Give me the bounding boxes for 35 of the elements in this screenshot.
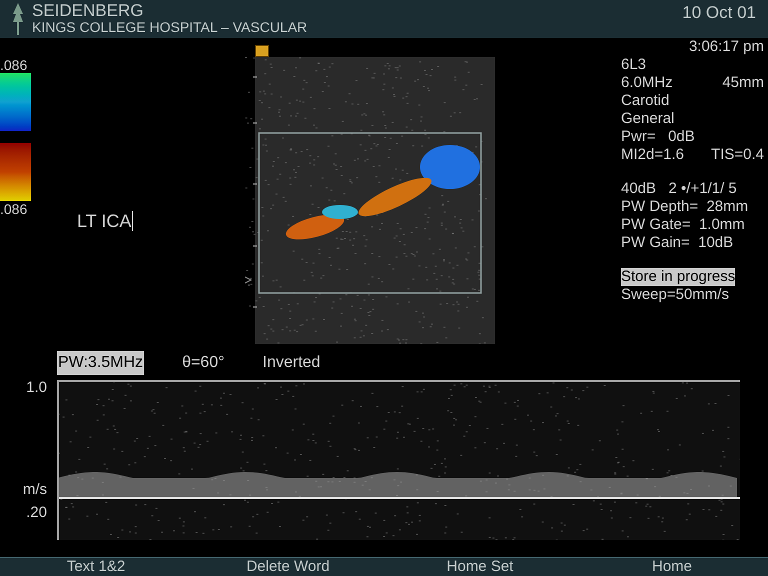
parameter-value: TIS=0.4 <box>711 146 764 164</box>
tree-icon <box>12 2 24 36</box>
color-scale-bar <box>0 143 31 201</box>
doppler-label: Inverted <box>262 353 320 373</box>
scale-min-label: .086 <box>0 201 28 217</box>
parameter-text: 6.0MHz <box>621 74 673 92</box>
parameter-text: PW Gain= 10dB <box>621 234 734 252</box>
parameter-text: 40dB 2 •/+1/1/ 5 <box>621 180 737 198</box>
clock-time: 3:06:17 pm <box>688 38 764 56</box>
velocity-tick-label: 1.0 <box>26 380 47 396</box>
institution-title: SEIDENBERG <box>32 2 144 19</box>
exam-date: 10 Oct 01 <box>682 2 756 24</box>
doppler-label: θ=60° <box>182 353 224 373</box>
parameter-text: Pwr= 0dB <box>621 128 695 146</box>
color-scale-bar <box>0 73 31 131</box>
parameter-value: 45mm <box>722 74 764 92</box>
parameter-text: PW Gate= 1.0mm <box>621 216 745 234</box>
department-subtitle: KINGS COLLEGE HOSPITAL – VASCULAR <box>32 19 308 36</box>
parameter-text: Sweep=50mm/s <box>621 286 729 304</box>
parameter-text: 6L3 <box>621 56 646 74</box>
parameter-text: General <box>621 110 674 128</box>
parameter-text: MI2d=1.6 <box>621 146 684 164</box>
velocity-tick-label: .20 <box>26 505 47 521</box>
velocity-unit-label: m/s <box>22 482 47 498</box>
annotation-text[interactable]: LT ICA <box>77 211 134 231</box>
softkey-button[interactable]: Text 1&2 <box>0 558 192 576</box>
probe-orientation-icon <box>255 45 269 57</box>
softkey-button[interactable]: Delete Word <box>192 558 384 576</box>
parameter-text: Carotid <box>621 92 670 110</box>
scale-max-label: .086 <box>0 57 28 73</box>
parameter-text: Store in progress <box>621 268 736 286</box>
doppler-label: PW:3.5MHz <box>57 351 144 375</box>
parameter-text: PW Depth= 28mm <box>621 198 748 216</box>
softkey-button[interactable]: Home Set <box>384 558 576 576</box>
softkey-button[interactable]: Home <box>576 558 768 576</box>
